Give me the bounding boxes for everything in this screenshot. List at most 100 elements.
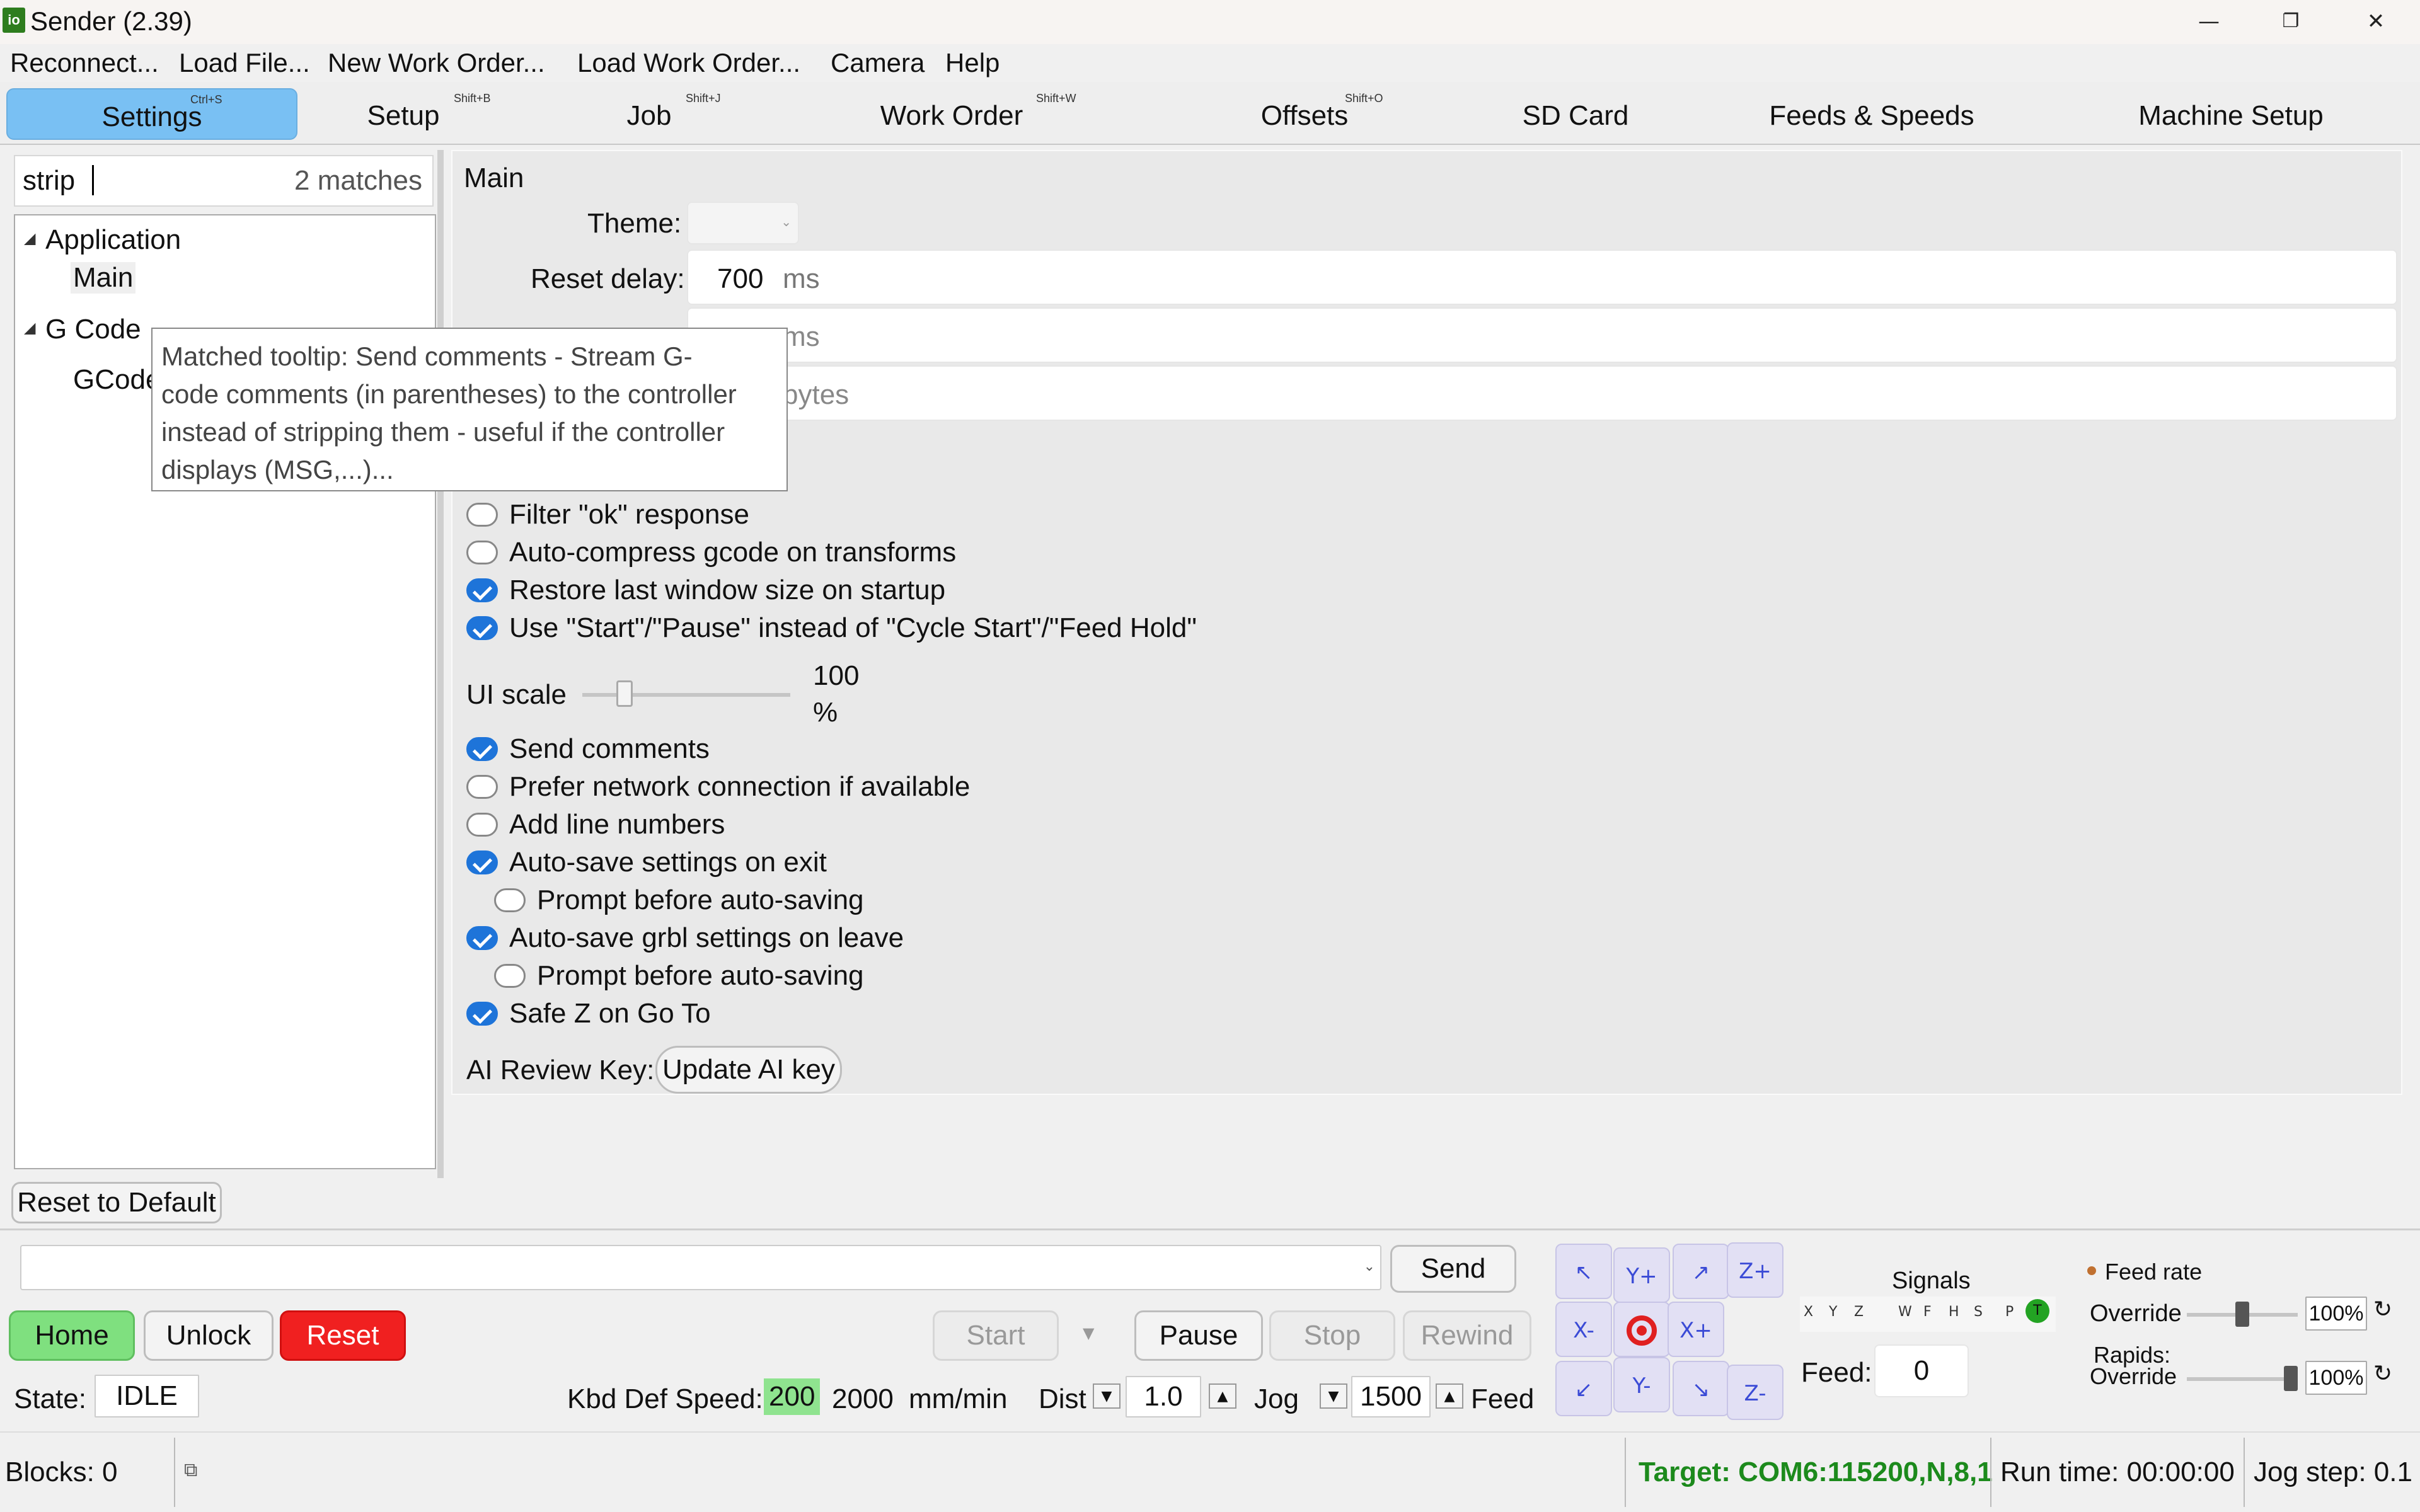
reset-to-default-button[interactable]: Reset to Default [11, 1182, 222, 1223]
checkbox-label[interactable]: Restore last window size on startup [509, 575, 945, 606]
checkbox-icon[interactable] [494, 964, 526, 988]
checkbox-label[interactable]: Prompt before auto-saving [537, 960, 864, 992]
run-time: Run time: 00:00:00 [2000, 1457, 2235, 1487]
checkbox-icon[interactable] [494, 888, 526, 912]
jog-zminus-button[interactable]: Z- [1727, 1365, 1783, 1420]
jog-step: Jog step: 0.1 [2254, 1457, 2412, 1487]
start-button[interactable]: Start [933, 1310, 1059, 1361]
tab-setup[interactable]: Setup Shift+B [328, 88, 491, 140]
checkbox-icon[interactable] [466, 541, 498, 564]
unlock-button[interactable]: Unlock [144, 1310, 274, 1361]
checkbox-icon[interactable] [466, 616, 498, 640]
dist-down-icon[interactable]: ▼ [1093, 1383, 1121, 1409]
jog-value[interactable]: 1500 [1351, 1376, 1431, 1418]
jog-yminus-button[interactable]: Y- [1613, 1357, 1670, 1412]
tab-job[interactable]: Job Shift+J [580, 88, 721, 140]
checkbox-label[interactable]: Auto-compress gcode on transforms [509, 537, 956, 568]
minimize-icon[interactable]: — [2174, 4, 2244, 39]
checkbox-icon[interactable] [466, 775, 498, 799]
tree-group-application[interactable]: Application [45, 224, 181, 256]
menu-load-work-order[interactable]: Load Work Order... [575, 45, 803, 81]
setting-field-3[interactable]: bytes [687, 365, 2397, 421]
ui-scale-track [582, 693, 790, 697]
feed-override-value[interactable]: 100% [2305, 1297, 2367, 1331]
checkbox-icon[interactable] [466, 926, 498, 950]
feed-override-slider[interactable] [2235, 1302, 2249, 1327]
panel-splitter[interactable] [437, 150, 444, 1178]
checkbox-label[interactable]: Filter "ok" response [509, 499, 749, 530]
reset-delay-unit: ms [783, 263, 820, 294]
tab-offsets[interactable]: Offsets Shift+O [1216, 88, 1393, 140]
checkbox-label[interactable]: Prefer network connection if available [509, 771, 970, 803]
jog-xplus-yminus-icon[interactable]: ↘ [1673, 1361, 1729, 1416]
jog-xplus-button[interactable]: X+ [1668, 1302, 1724, 1357]
reset-delay-field[interactable]: 700 ms [687, 249, 2397, 305]
checkbox-icon[interactable] [466, 737, 498, 761]
checkbox-label[interactable]: Auto-save grbl settings on leave [509, 922, 904, 954]
tree-group-gcode[interactable]: G Code [45, 314, 141, 345]
setting-field-2-unit: ms [783, 321, 820, 352]
tree-item-main[interactable]: Main [71, 262, 136, 294]
checkbox-label[interactable]: Prompt before auto-saving [537, 885, 864, 916]
setting-field-2[interactable]: ms [687, 307, 2397, 363]
start-dropdown-icon[interactable]: ▼ [1083, 1324, 1094, 1342]
jog-xminus-yplus-icon[interactable]: ↖ [1555, 1244, 1612, 1299]
ui-scale-slider[interactable] [616, 680, 633, 707]
close-icon[interactable]: ✕ [2341, 4, 2411, 39]
copy-icon[interactable]: ⧉ [184, 1459, 197, 1481]
tab-feeds-speeds[interactable]: Feeds & Speeds [1752, 88, 1991, 140]
checkbox-icon[interactable] [466, 1002, 498, 1026]
tab-work-order[interactable]: Work Order Shift+W [844, 88, 1076, 140]
checkbox-icon[interactable] [466, 503, 498, 527]
jog-xminus-button[interactable]: X- [1555, 1302, 1612, 1357]
checkbox-label[interactable]: Safe Z on Go To [509, 998, 711, 1029]
jog-xplus-yplus-icon[interactable]: ↗ [1673, 1244, 1729, 1299]
reset-button[interactable]: Reset [280, 1310, 406, 1361]
jog-zplus-button[interactable]: Z+ [1727, 1242, 1783, 1298]
jog-yplus-button[interactable]: Y+ [1613, 1247, 1670, 1303]
expand-arrow-icon[interactable]: ◢ [24, 319, 35, 337]
settings-search-input[interactable]: strip 2 matches [14, 155, 434, 207]
jog-home-target-icon[interactable] [1613, 1302, 1670, 1357]
menu-help[interactable]: Help [943, 45, 1002, 81]
pause-button[interactable]: Pause [1134, 1310, 1263, 1361]
tab-machine-setup[interactable]: Machine Setup [2105, 88, 2357, 140]
stop-button[interactable]: Stop [1269, 1310, 1395, 1361]
tree-item-gcode[interactable]: GCode [73, 364, 161, 396]
command-input[interactable]: ⌄ [20, 1245, 1381, 1290]
checkbox-label[interactable]: Auto-save settings on exit [509, 847, 827, 878]
theme-select[interactable]: ⌄ [687, 202, 799, 244]
checkbox-icon[interactable] [466, 813, 498, 837]
chevron-down-icon[interactable]: ⌄ [1364, 1259, 1375, 1274]
rewind-button[interactable]: Rewind [1403, 1310, 1531, 1361]
feed-rate-label: Feed rate [2105, 1259, 2203, 1285]
expand-arrow-icon[interactable]: ◢ [24, 229, 35, 248]
menu-load-file[interactable]: Load File... [176, 45, 313, 81]
jog-down-icon[interactable]: ▼ [1320, 1383, 1347, 1409]
rapids-override-value[interactable]: 100% [2305, 1361, 2367, 1395]
send-button[interactable]: Send [1390, 1245, 1516, 1293]
jog-up-icon[interactable]: ▲ [1436, 1383, 1463, 1409]
ui-scale-value: 100 [813, 660, 860, 691]
checkbox-label[interactable]: Add line numbers [509, 809, 725, 840]
menu-reconnect[interactable]: Reconnect... [8, 45, 161, 81]
rapids-override-slider[interactable] [2284, 1366, 2298, 1391]
jog-xminus-yminus-icon[interactable]: ↙ [1555, 1361, 1612, 1416]
home-button[interactable]: Home [9, 1310, 135, 1361]
restore-icon[interactable]: ❐ [2256, 4, 2325, 39]
tab-sd-card[interactable]: SD Card [1500, 88, 1651, 140]
dist-up-icon[interactable]: ▲ [1209, 1383, 1236, 1409]
checkbox-icon[interactable] [466, 578, 498, 602]
checkbox-label[interactable]: Use "Start"/"Pause" instead of "Cycle St… [509, 612, 1197, 644]
kbd-speed-slow[interactable]: 200 [764, 1378, 821, 1415]
checkbox-label[interactable]: Send comments [509, 733, 710, 765]
rapids-override-reset-icon[interactable]: ↻ [2373, 1361, 2392, 1387]
feed-override-reset-icon[interactable]: ↻ [2373, 1297, 2392, 1322]
dist-value[interactable]: 1.0 [1126, 1376, 1201, 1418]
menu-new-work-order[interactable]: New Work Order... [325, 45, 548, 81]
checkbox-icon[interactable] [466, 850, 498, 874]
update-ai-key-button[interactable]: Update AI key [655, 1046, 842, 1094]
kbd-speed-fast[interactable]: 2000 [832, 1383, 894, 1415]
tab-settings[interactable]: Settings Ctrl+S [6, 88, 297, 140]
menu-camera[interactable]: Camera [828, 45, 927, 81]
